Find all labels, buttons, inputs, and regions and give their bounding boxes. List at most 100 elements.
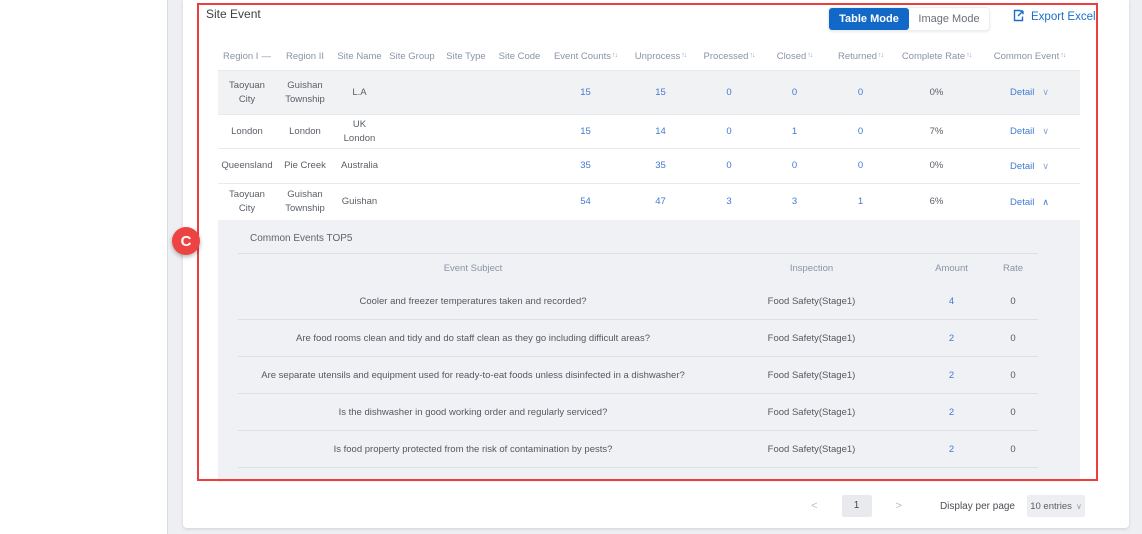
sort-icon: ↑↓ <box>749 52 754 59</box>
detail-button[interactable]: Detail∨ <box>979 159 1080 174</box>
column-header-rate: Rate <box>988 262 1038 275</box>
column-header-closed[interactable]: Closed↑↓ <box>762 51 827 62</box>
amount-link[interactable]: 2 <box>915 406 988 419</box>
region1-cell: London <box>218 125 276 139</box>
column-header-processed[interactable]: Processed↑↓ <box>696 51 762 62</box>
sort-icon: ↑↓ <box>966 52 971 59</box>
region1-cell: Queensland <box>218 159 276 173</box>
region1-cell: Taoyuan City <box>218 188 276 216</box>
export-excel-button[interactable]: Export Excel <box>1012 9 1096 25</box>
returned-link[interactable]: 1 <box>827 195 894 209</box>
region2-cell: Pie Creek <box>276 159 334 173</box>
page-number-button[interactable]: 1 <box>842 495 872 517</box>
event-counts-link[interactable]: 54 <box>546 195 625 209</box>
left-sidebar-panel <box>0 0 168 534</box>
column-header-event-counts[interactable]: Event Counts↑↓ <box>546 51 625 62</box>
detail-button[interactable]: Detail∧ <box>979 195 1080 210</box>
amount-link[interactable]: 4 <box>915 295 988 308</box>
sub-table-row: Is the dishwasher in good working order … <box>238 394 1038 431</box>
column-header-amount: Amount <box>915 262 988 275</box>
processed-link[interactable]: 3 <box>696 195 762 209</box>
processed-link[interactable]: 0 <box>696 86 762 100</box>
complete-rate-cell: 0% <box>894 86 979 100</box>
rate-cell: 0 <box>988 332 1038 345</box>
event-counts-link[interactable]: 35 <box>546 159 625 173</box>
sub-table-row: Are separate utensils and equipment used… <box>238 357 1038 394</box>
common-events-title: Common Events TOP5 <box>218 220 1080 244</box>
column-header-inspection: Inspection <box>708 262 915 275</box>
rate-cell: 0 <box>988 369 1038 382</box>
common-events-table: Event Subject Inspection Amount Rate Coo… <box>238 253 1038 468</box>
site-name-cell: UK London <box>334 118 385 146</box>
chevron-left-icon[interactable]: < <box>807 500 821 512</box>
region1-cell: Taoyuan City <box>218 79 276 107</box>
event-subject-cell: Cooler and freezer temperatures taken an… <box>238 295 708 308</box>
chevron-right-icon[interactable]: > <box>892 500 906 512</box>
event-counts-link[interactable]: 15 <box>546 86 625 100</box>
table-row-expanded: Taoyuan City Guishan Township Guishan 54… <box>218 183 1080 220</box>
amount-link[interactable]: 2 <box>915 369 988 382</box>
chevron-down-icon: ∨ <box>1042 87 1049 97</box>
table-row: Taoyuan City Guishan Township L.A 15 15 … <box>218 70 1080 114</box>
unprocess-link[interactable]: 47 <box>625 195 696 209</box>
view-mode-toggle: Table Mode Image Mode <box>828 7 990 31</box>
table-row: Queensland Pie Creek Australia 35 35 0 0… <box>218 148 1080 183</box>
column-header-unprocess[interactable]: Unprocess↑↓ <box>625 51 696 62</box>
chevron-down-icon: ∨ <box>1042 126 1049 136</box>
amount-link[interactable]: 2 <box>915 332 988 345</box>
table-mode-button[interactable]: Table Mode <box>829 8 909 30</box>
image-mode-button[interactable]: Image Mode <box>909 8 989 30</box>
column-header-common-event[interactable]: Common Event↑↓ <box>979 51 1080 62</box>
column-header-returned[interactable]: Returned↑↓ <box>827 51 894 62</box>
site-name-cell: Guishan <box>334 195 385 209</box>
site-name-cell: Australia <box>334 159 385 173</box>
table-row: London London UK London 15 14 0 1 0 7% D… <box>218 114 1080 148</box>
sub-table-row: Cooler and freezer temperatures taken an… <box>238 283 1038 320</box>
site-event-table: Region I— Region II Site Name Site Group… <box>218 42 1080 220</box>
column-header-site-group: Site Group <box>385 51 439 62</box>
dropdown-arrow-icon: ∨ <box>1076 502 1082 511</box>
sort-icon: ↑↓ <box>681 52 686 59</box>
returned-link[interactable]: 0 <box>827 159 894 173</box>
display-per-page-label: Display per page <box>940 501 1015 512</box>
export-excel-icon <box>1012 9 1025 25</box>
unprocess-link[interactable]: 35 <box>625 159 696 173</box>
inspection-cell: Food Safety(Stage1) <box>708 443 915 456</box>
closed-link[interactable]: 3 <box>762 195 827 209</box>
inspection-cell: Food Safety(Stage1) <box>708 332 915 345</box>
closed-link[interactable]: 0 <box>762 86 827 100</box>
site-event-card: Site Event Table Mode Image Mode Export … <box>183 0 1129 528</box>
rate-cell: 0 <box>988 406 1038 419</box>
common-events-expanded-panel: Common Events TOP5 Event Subject Inspect… <box>218 220 1080 482</box>
event-subject-cell: Are food rooms clean and tidy and do sta… <box>238 332 708 345</box>
event-counts-link[interactable]: 15 <box>546 125 625 139</box>
column-header-complete-rate[interactable]: Complete Rate↑↓ <box>894 51 979 62</box>
filter-dash-icon: — <box>261 51 271 62</box>
processed-link[interactable]: 0 <box>696 159 762 173</box>
region2-cell: Guishan Township <box>276 188 334 216</box>
region2-cell: Guishan Township <box>276 79 334 107</box>
column-header-region1[interactable]: Region I— <box>218 51 276 62</box>
closed-link[interactable]: 1 <box>762 125 827 139</box>
sub-table-row: Is food property protected from the risk… <box>238 431 1038 468</box>
entries-dropdown-value: 10 entries <box>1030 501 1072 512</box>
detail-button[interactable]: Detail∨ <box>979 85 1080 100</box>
unprocess-link[interactable]: 14 <box>625 125 696 139</box>
returned-link[interactable]: 0 <box>827 86 894 100</box>
unprocess-link[interactable]: 15 <box>625 86 696 100</box>
detail-button[interactable]: Detail∨ <box>979 124 1080 139</box>
processed-link[interactable]: 0 <box>696 125 762 139</box>
sort-icon: ↑↓ <box>1060 52 1065 59</box>
sort-icon: ↑↓ <box>878 52 883 59</box>
returned-link[interactable]: 0 <box>827 125 894 139</box>
complete-rate-cell: 6% <box>894 195 979 209</box>
entries-dropdown[interactable]: 10 entries ∨ <box>1027 495 1085 517</box>
column-header-region2: Region II <box>276 51 334 62</box>
event-subject-cell: Is food property protected from the risk… <box>238 443 708 456</box>
column-header-event-subject: Event Subject <box>238 262 708 275</box>
amount-link[interactable]: 2 <box>915 443 988 456</box>
sub-table-header-row: Event Subject Inspection Amount Rate <box>238 253 1038 283</box>
inspection-cell: Food Safety(Stage1) <box>708 406 915 419</box>
table-header-row: Region I— Region II Site Name Site Group… <box>218 42 1080 70</box>
closed-link[interactable]: 0 <box>762 159 827 173</box>
